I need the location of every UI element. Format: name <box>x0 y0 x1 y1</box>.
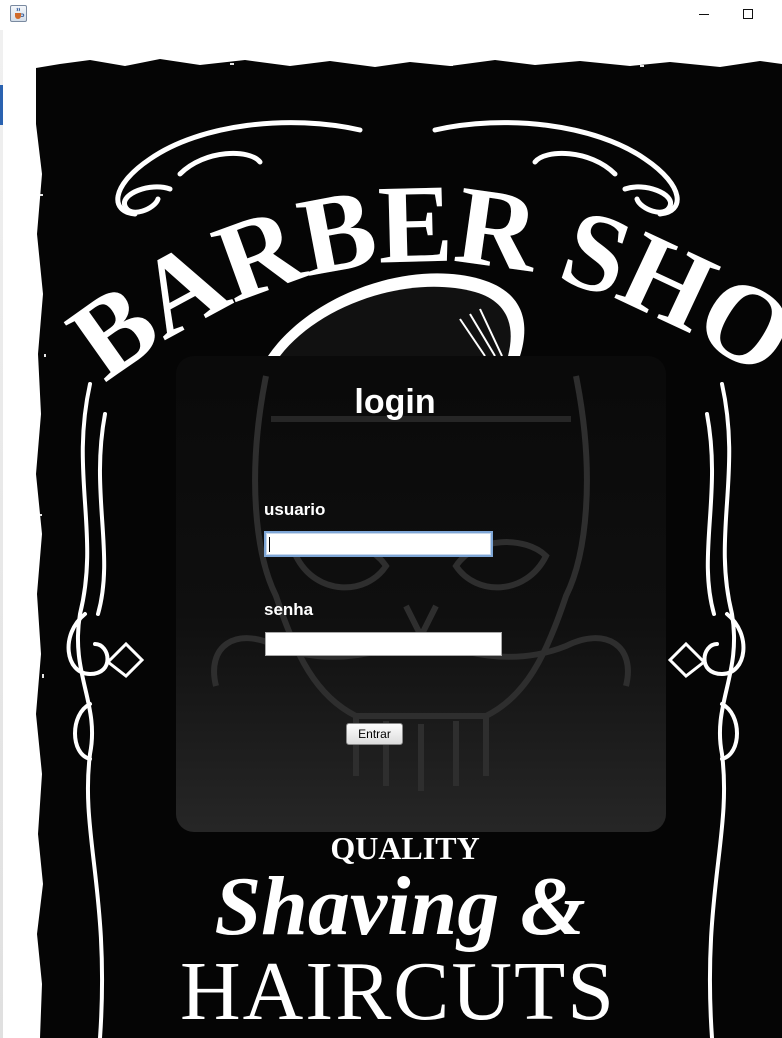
window-border <box>0 30 3 1038</box>
login-title: login <box>354 383 436 421</box>
title-bar <box>0 0 782 30</box>
password-input[interactable] <box>265 632 502 656</box>
entrar-button[interactable]: Entrar <box>346 723 403 745</box>
maximize-button[interactable] <box>734 2 762 26</box>
poster-tagline-script: Shaving & <box>214 860 585 953</box>
username-label: usuario <box>264 500 326 519</box>
application-window: BARBER SHOP <box>0 0 782 1038</box>
password-label: senha <box>264 600 314 619</box>
login-panel <box>176 356 666 832</box>
poster-tagline-bottom: HAIRCUTS <box>180 945 616 1038</box>
text-caret <box>269 537 270 552</box>
minimize-button[interactable] <box>690 2 718 26</box>
username-input[interactable] <box>264 531 493 557</box>
java-cup-icon[interactable] <box>10 5 27 22</box>
skull-watermark-icon <box>211 375 631 791</box>
